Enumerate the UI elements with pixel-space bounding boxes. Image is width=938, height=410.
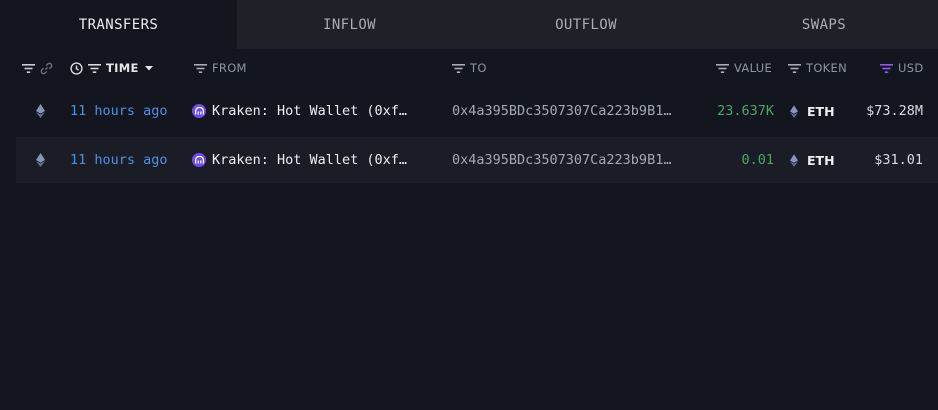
time-link[interactable]: 11 hours ago [70,88,190,134]
to-address-link[interactable]: 0x4a395BDc3507307Ca223b9B1… [452,88,700,134]
tab-transfers[interactable]: TRANSFERS [0,0,237,49]
token-column-header[interactable]: TOKEN [788,59,847,77]
token-symbol: ETH [807,152,835,168]
token-header-label: TOKEN [806,61,847,75]
filter-icon[interactable] [452,63,465,74]
ethereum-icon [790,104,798,118]
value-column-header[interactable]: VALUE [716,59,772,77]
to-column-header[interactable]: TO [452,59,487,77]
usd-header-label: USD [898,61,924,75]
tab-outflow[interactable]: OUTFLOW [462,0,710,49]
tab-swaps[interactable]: SWAPS [710,0,938,49]
clock-icon [70,61,83,75]
token-link[interactable]: ETH [790,88,850,134]
from-header-label: FROM [212,61,247,75]
filter-icon[interactable] [88,63,101,74]
table-row[interactable]: 11 hours ago Kraken: Hot Wallet (0xf… 0x… [16,88,938,134]
time-header-label: TIME [106,61,139,75]
filter-icon[interactable] [194,63,207,74]
value-header-label: VALUE [734,61,773,75]
token-link[interactable]: ETH [790,137,850,183]
kraken-icon [192,153,206,167]
kraken-icon [192,104,206,118]
to-address-link[interactable]: 0x4a395BDc3507307Ca223b9B1… [452,137,700,183]
from-column-header[interactable]: FROM [194,59,247,77]
usd-column-header[interactable]: USD [880,59,923,77]
from-address-text: Kraken: Hot Wallet (0xf… [212,103,408,119]
to-header-label: TO [470,61,487,75]
from-address-text: Kraken: Hot Wallet (0xf… [212,152,408,168]
filter-active-icon[interactable] [880,63,893,74]
link-icon[interactable] [40,62,53,75]
value-text: 23.637K [717,103,774,119]
filter-icon[interactable] [22,63,35,74]
from-address-link[interactable]: Kraken: Hot Wallet (0xf… [192,137,438,183]
time-link[interactable]: 11 hours ago [70,137,190,183]
chain-column-header [22,59,53,77]
from-address-link[interactable]: Kraken: Hot Wallet (0xf… [192,88,438,134]
value-text: 0.01 [741,152,774,168]
usd-value: $73.28M [866,103,923,119]
filter-icon[interactable] [716,63,729,74]
usd-value: $31.01 [874,152,923,168]
tab-bar: TRANSFERS INFLOW OUTFLOW SWAPS [0,0,938,49]
ethereum-icon [790,153,798,167]
ethereum-icon [32,137,48,183]
token-symbol: ETH [807,103,835,119]
time-column-header[interactable]: TIME [70,59,154,77]
sort-desc-icon[interactable] [144,64,154,72]
filter-icon[interactable] [788,63,801,74]
tab-inflow[interactable]: INFLOW [237,0,462,49]
table-row[interactable]: 11 hours ago Kraken: Hot Wallet (0xf… 0x… [16,137,938,183]
ethereum-icon [32,88,48,134]
